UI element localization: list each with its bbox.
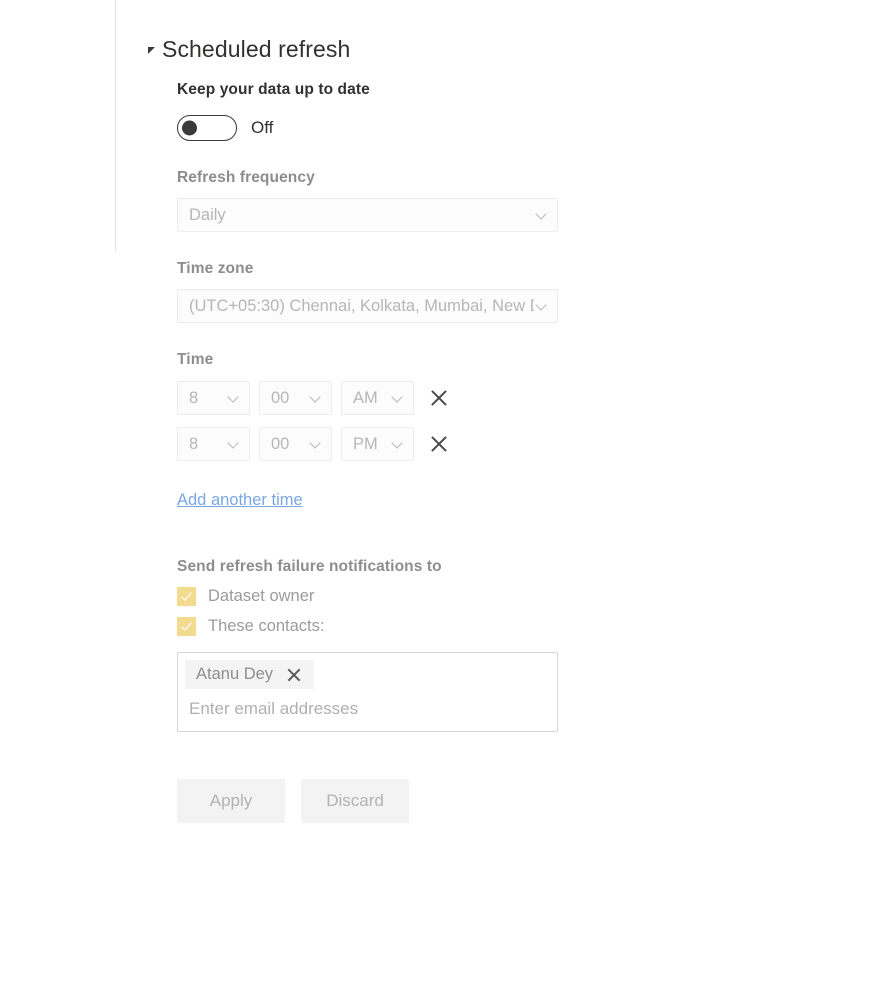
these-contacts-checkbox[interactable] [177,617,196,636]
contact-chip-label: Atanu Dey [196,665,274,683]
time-label: Time [177,351,214,368]
add-another-time-link[interactable]: Add another time [177,491,303,510]
time-row: 8 00 AM [177,381,848,415]
remove-time-close-icon[interactable] [428,433,450,455]
chevron-down-icon [310,392,322,404]
toggle-state-label: Off [251,118,274,137]
chevron-down-icon [536,209,548,221]
time-hour-value: 8 [189,388,199,407]
email-addresses-input[interactable] [178,689,557,731]
chevron-down-icon [536,300,548,312]
chevron-down-icon [392,392,404,404]
refresh-frequency-label: Refresh frequency [177,169,315,186]
time-zone-group: Time zone (UTC+05:30) Chennai, Kolkata, … [177,260,848,323]
dataset-owner-label: Dataset owner [208,587,315,605]
time-zone-label: Time zone [177,260,254,277]
page-title: Scheduled refresh [162,36,351,62]
chevron-down-icon [310,438,322,450]
scheduled-refresh-body: Keep your data up to date Off Refresh fr… [177,81,848,823]
these-contacts-label: These contacts: [208,617,325,635]
chevron-down-icon [228,392,240,404]
section-divider-rail [115,0,116,252]
time-hour-value: 8 [189,434,199,453]
time-period-value: AM [353,388,378,407]
refresh-frequency-value: Daily [189,205,226,224]
toggle-knob [182,120,197,136]
time-period-select[interactable]: PM [341,427,414,461]
notify-dataset-owner-row[interactable]: Dataset owner [177,587,848,606]
contacts-chip-area: Atanu Dey [178,653,557,689]
dataset-owner-checkbox[interactable] [177,587,196,606]
time-period-value: PM [353,434,378,453]
keep-data-up-to-date-label: Keep your data up to date [177,81,370,98]
time-minute-value: 00 [271,388,290,407]
refresh-frequency-group: Refresh frequency Daily [177,169,848,232]
discard-button[interactable]: Discard [301,779,409,823]
time-row: 8 00 PM [177,427,848,461]
time-period-select[interactable]: AM [341,381,414,415]
time-zone-value: (UTC+05:30) Chennai, Kolkata, Mumbai, Ne… [189,296,534,315]
time-minute-select[interactable]: 00 [259,381,332,415]
keep-data-toggle-row: Off [177,115,848,141]
scheduled-refresh-panel: Scheduled refresh Keep your data up to d… [148,0,848,823]
remove-contact-close-icon[interactable] [286,667,302,683]
scheduled-refresh-header[interactable]: Scheduled refresh [148,38,848,61]
time-group: Time 8 00 AM 8 00 PM Add another time [177,351,848,510]
time-zone-select[interactable]: (UTC+05:30) Chennai, Kolkata, Mumbai, Ne… [177,289,558,323]
time-hour-select[interactable]: 8 [177,427,250,461]
notify-these-contacts-row[interactable]: These contacts: [177,617,848,636]
action-buttons: Apply Discard [177,779,848,823]
time-hour-select[interactable]: 8 [177,381,250,415]
remove-time-close-icon[interactable] [428,387,450,409]
contact-chip: Atanu Dey [185,660,315,689]
chevron-down-icon [228,438,240,450]
contacts-input-box[interactable]: Atanu Dey [177,652,558,732]
time-minute-select[interactable]: 00 [259,427,332,461]
chevron-down-icon [392,438,404,450]
notifications-title: Send refresh failure notifications to [177,558,442,575]
keep-data-toggle[interactable] [177,115,237,141]
refresh-frequency-select[interactable]: Daily [177,198,558,232]
time-minute-value: 00 [271,434,290,453]
apply-button[interactable]: Apply [177,779,285,823]
triangle-collapse-icon[interactable] [148,47,155,54]
